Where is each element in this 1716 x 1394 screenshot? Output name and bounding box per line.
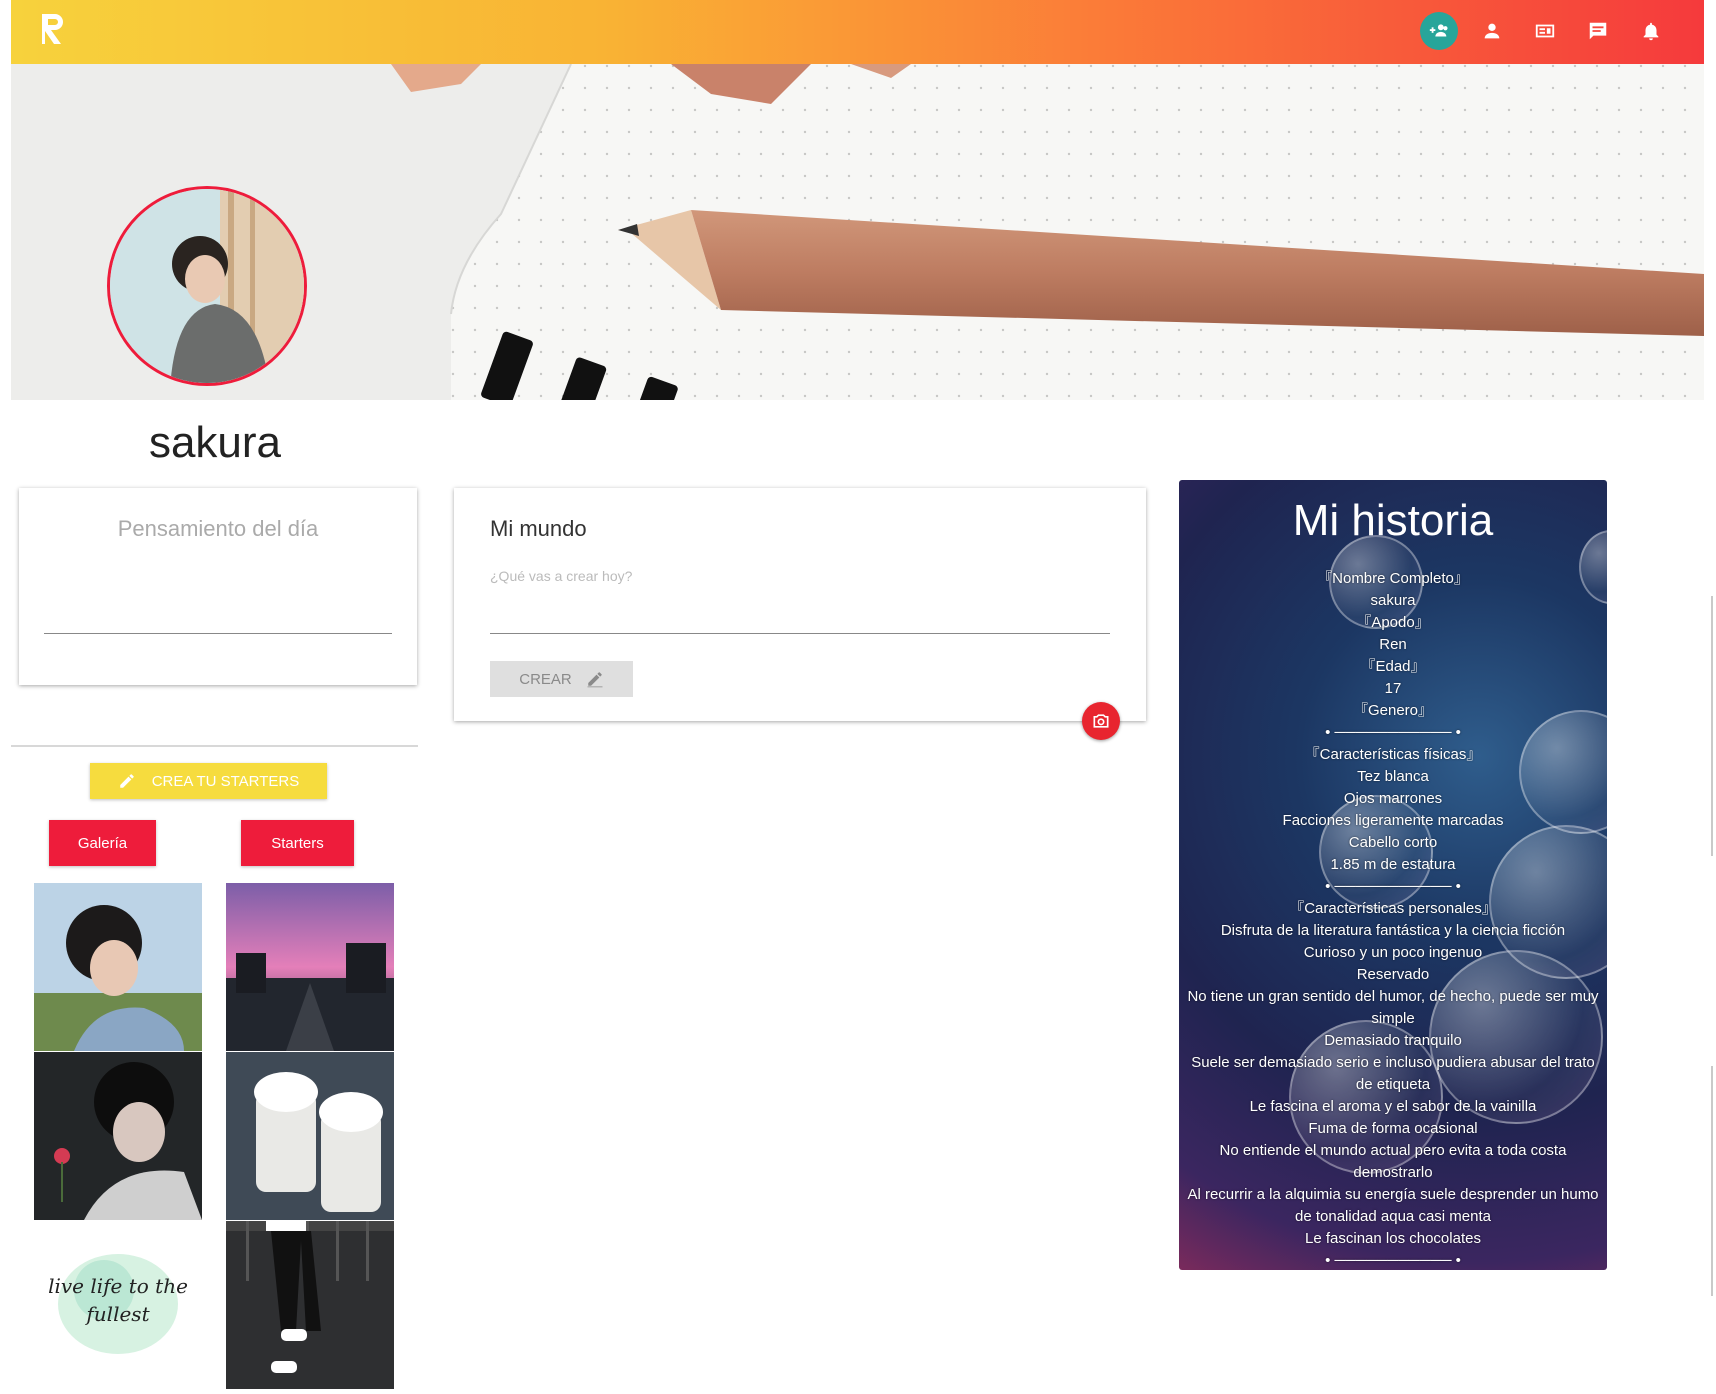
story-title: Mi historia	[1292, 496, 1494, 545]
story-line: 17	[1384, 680, 1402, 697]
gallery-quote: live life to the fullest	[48, 1274, 188, 1326]
thought-of-the-day-card: Pensamiento del día	[19, 488, 417, 685]
gallery-image[interactable]	[34, 883, 202, 1051]
gallery-image[interactable]: live life to the fullest	[34, 1220, 202, 1388]
scrollbar-thumb[interactable]	[1711, 1066, 1713, 1296]
story-line: 『Nombre Completo』	[1317, 570, 1469, 587]
section-divider	[11, 745, 418, 747]
profile-icon[interactable]	[1473, 12, 1511, 50]
pencil-icon	[587, 672, 603, 688]
create-button[interactable]: CREAR	[490, 661, 633, 697]
bell-icon[interactable]	[1632, 12, 1670, 50]
story-line: Cabello corto	[1348, 834, 1438, 851]
starter-image[interactable]	[226, 883, 394, 1051]
story-line: Fuma de forma ocasional	[1308, 1120, 1478, 1137]
chat-icon[interactable]	[1579, 12, 1617, 50]
story-line: • ─────────── •	[1325, 724, 1461, 741]
post-input-underline	[490, 633, 1110, 634]
story-text: 『Nombre Completo』 sakura 『Apodo』 Ren 『Edad』 1…	[1187, 568, 1599, 1270]
starter-image[interactable]	[226, 1052, 394, 1220]
story-line: 『Edad』	[1360, 658, 1426, 675]
create-starters-button[interactable]: CREA TU STARTERS	[90, 763, 327, 799]
story-line: Le fascinan los chocolates	[1305, 1230, 1481, 1247]
story-line: No tiene un gran sentido del humor, de h…	[1187, 988, 1599, 1027]
camera-icon	[1093, 714, 1109, 728]
avatar[interactable]	[107, 186, 307, 386]
my-world-card: Mi mundo ¿Qué vas a crear hoy? CREAR	[454, 488, 1146, 721]
thought-input-line[interactable]	[44, 633, 392, 634]
story-line: 1.85 m de estatura	[1330, 856, 1456, 873]
my-story-panel: Mi historia 『Nombre Completo』 sakura 『Apod…	[1179, 480, 1607, 1270]
world-title: Mi mundo	[490, 516, 587, 541]
story-line: Le fascina el aroma y el sabor de la vai…	[1249, 1098, 1537, 1115]
story-line: 『Características físicas』	[1304, 746, 1482, 763]
story-line: • ─────────── •	[1325, 1252, 1461, 1269]
story-line: Facciones ligeramente marcadas	[1282, 812, 1504, 829]
story-line: 『Características personales』	[1289, 900, 1497, 917]
add-photo-button[interactable]	[1082, 702, 1120, 740]
create-starters-label: CREA TU STARTERS	[151, 772, 300, 790]
starter-image[interactable]	[226, 1221, 394, 1389]
gallery-image[interactable]	[34, 1052, 202, 1220]
story-line: Curioso y un poco ingenuo	[1303, 944, 1483, 961]
story-line: Ojos marrones	[1343, 790, 1443, 807]
logo-r-icon[interactable]	[39, 12, 69, 46]
thought-title: Pensamiento del día	[117, 516, 319, 541]
top-navigation-bar	[11, 0, 1704, 64]
pencil-icon	[119, 774, 134, 788]
story-line: Tez blanca	[1357, 768, 1429, 785]
add-friends-icon[interactable]	[1420, 12, 1458, 50]
create-button-label: CREAR	[519, 670, 572, 688]
tab-starters[interactable]: Starters	[241, 820, 354, 866]
story-line: 『Genero』	[1352, 702, 1434, 719]
story-line: • ─────────── •	[1325, 878, 1461, 895]
story-line: No entiende el mundo actual pero evita a…	[1219, 1142, 1567, 1181]
scrollbar-thumb[interactable]	[1711, 596, 1713, 856]
tab-gallery[interactable]: Galería	[49, 820, 156, 866]
story-line: Reservado	[1356, 966, 1430, 983]
story-line: Al recurrir a la alquimia su energía sue…	[1187, 1186, 1599, 1225]
story-line: Disfruta de la literatura fantástica y l…	[1220, 922, 1566, 939]
feed-icon[interactable]	[1526, 12, 1564, 50]
username: sakura	[148, 418, 282, 467]
story-line: Ren	[1379, 636, 1407, 653]
post-input[interactable]: ¿Qué vas a crear hoy?	[490, 568, 632, 584]
story-line: 『Apodo』	[1356, 614, 1430, 631]
story-line: Suele ser demasiado serio e incluso pudi…	[1191, 1054, 1595, 1093]
story-line: Demasiado tranquilo	[1324, 1032, 1462, 1049]
story-line: sakura	[1370, 592, 1416, 609]
